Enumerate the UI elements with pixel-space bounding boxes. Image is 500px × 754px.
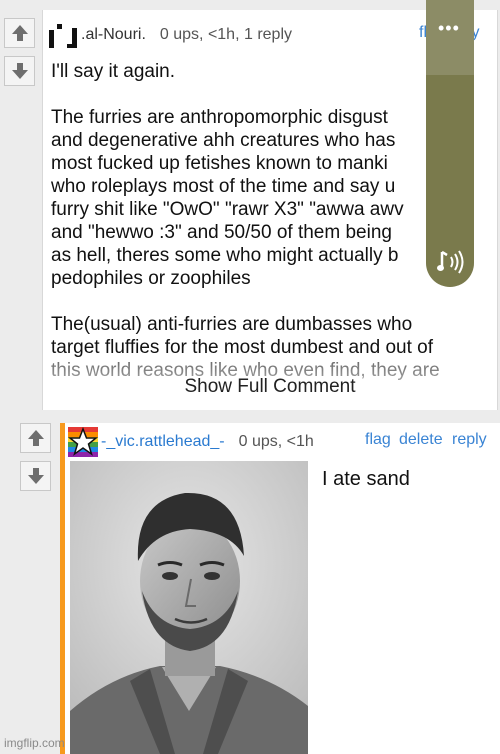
arrow-down-icon	[11, 63, 28, 79]
username[interactable]: -_vic.rattlehead_-	[101, 433, 225, 451]
more-dots-icon[interactable]: •••	[438, 18, 460, 39]
arrow-up-icon	[11, 25, 28, 41]
attached-photo[interactable]	[70, 461, 308, 754]
arrow-up-icon	[27, 430, 44, 446]
pixel-avatar-icon	[49, 24, 77, 48]
show-full-comment-button[interactable]: Show Full Comment	[43, 376, 497, 398]
comment-body: I ate sand	[322, 468, 410, 490]
comment-meta: 0 ups, <1h	[238, 433, 314, 450]
downvote-button[interactable]	[4, 56, 35, 86]
rainbow-star-avatar-icon[interactable]	[68, 427, 98, 457]
arrow-down-icon	[27, 468, 44, 484]
upvote-button[interactable]	[20, 423, 51, 453]
volume-panel[interactable]: •••	[426, 0, 474, 287]
downvote-button[interactable]	[20, 461, 51, 491]
delete-link[interactable]: delete	[399, 431, 443, 449]
vote-column	[0, 0, 40, 100]
upvote-button[interactable]	[4, 18, 35, 48]
watermark: imgflip.com	[4, 736, 65, 750]
username[interactable]: .al-Nouri.	[81, 26, 146, 44]
portrait-photo-icon	[70, 461, 308, 754]
page: .al-Nouri. 0 ups, <1h, 1 reply fl ply I'…	[0, 0, 500, 754]
vote-column	[16, 420, 56, 500]
avatar[interactable]	[49, 22, 77, 48]
comment-card: -_vic.rattlehead_- 0 ups, <1h flag delet…	[65, 423, 500, 754]
reply-link[interactable]: reply	[452, 431, 487, 449]
flag-link[interactable]: flag	[365, 431, 391, 449]
music-note-icon[interactable]	[436, 248, 464, 276]
comment-meta: 0 ups, <1h, 1 reply	[159, 26, 292, 43]
comment-body: I'll say it again. The furries are anthr…	[51, 61, 440, 381]
